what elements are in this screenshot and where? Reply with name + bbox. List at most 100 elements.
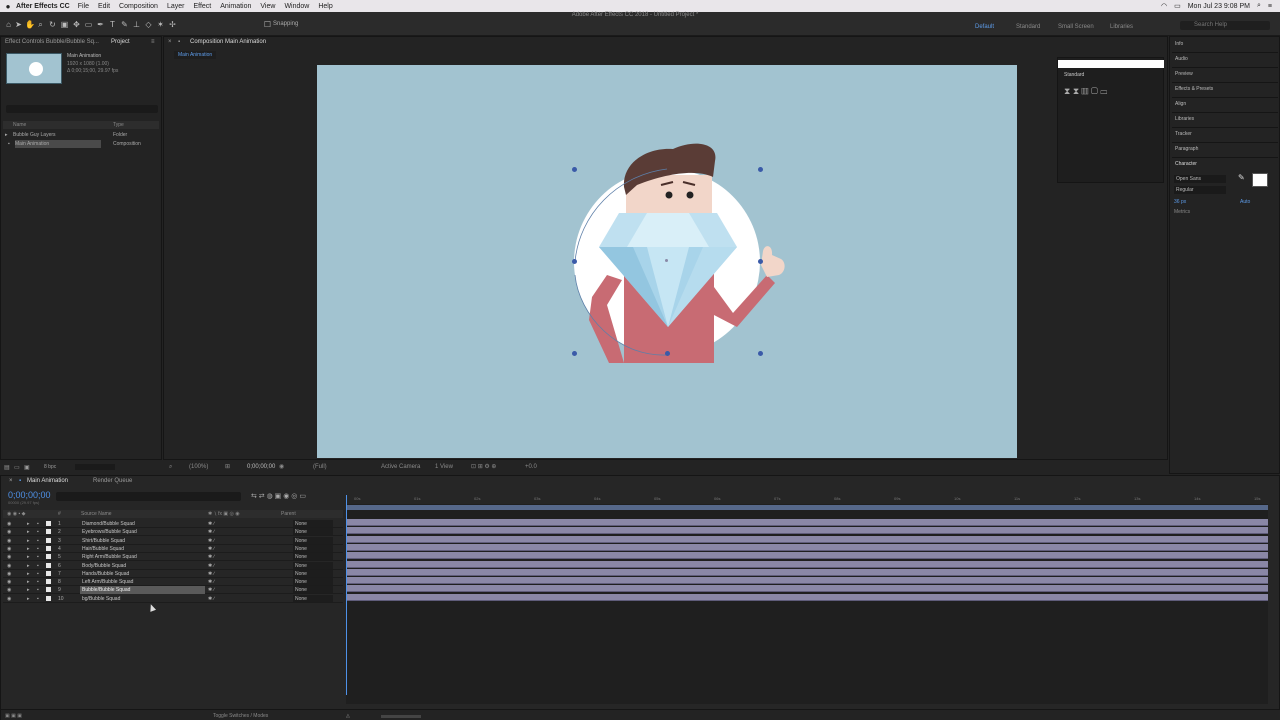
parent-dropdown[interactable]: None bbox=[293, 528, 333, 536]
layer-row[interactable]: ◉ ▸ ▪ 6 Body/Bubble Squad ✱ ∕ None bbox=[3, 561, 343, 570]
layer-switch-icons[interactable]: ✱ ∕ bbox=[208, 578, 214, 586]
parent-dropdown[interactable]: None bbox=[293, 569, 333, 577]
layer-lock-icon[interactable]: ▪ bbox=[37, 528, 39, 536]
label-color-swatch[interactable] bbox=[46, 529, 51, 535]
menu-composition[interactable]: Composition bbox=[119, 3, 158, 10]
menu-animation[interactable]: Animation bbox=[220, 3, 251, 10]
panel-info[interactable]: Info bbox=[1175, 41, 1183, 47]
new-comp-icon[interactable]: ▣ bbox=[24, 464, 30, 471]
menu-effect[interactable]: Effect bbox=[193, 3, 211, 10]
app-menu[interactable]: After Effects CC bbox=[16, 3, 70, 10]
transform-handle[interactable] bbox=[758, 167, 763, 172]
parent-dropdown[interactable]: None bbox=[293, 553, 333, 561]
panel-libraries[interactable]: Libraries bbox=[1175, 116, 1194, 122]
panel-align[interactable]: Align bbox=[1175, 101, 1186, 107]
expand-icon[interactable]: ▸ bbox=[27, 586, 30, 594]
shape-tool-icon[interactable]: ▭ bbox=[84, 20, 93, 29]
workspace-default[interactable]: Default bbox=[975, 24, 994, 30]
menu-file[interactable]: File bbox=[78, 3, 89, 10]
project-search-input[interactable] bbox=[6, 105, 158, 113]
brush-tool-icon[interactable]: ✎ bbox=[120, 20, 129, 29]
video-eye-icon[interactable]: ◉ bbox=[7, 537, 11, 545]
parent-dropdown[interactable]: None bbox=[293, 561, 333, 569]
layer-name[interactable]: Hands/Bubble Squad bbox=[80, 570, 205, 578]
col-type[interactable]: Type bbox=[113, 121, 124, 129]
video-eye-icon[interactable]: ◉ bbox=[7, 520, 11, 528]
layer-name[interactable]: Bubble/Bubble Squad bbox=[80, 586, 205, 595]
battery-icon[interactable]: ▭ bbox=[1174, 2, 1181, 10]
comp-sub-tab[interactable]: Main Animation bbox=[174, 51, 217, 59]
layer-switch-icons[interactable]: ✱ ∕ bbox=[208, 545, 214, 553]
layer-lock-icon[interactable]: ▪ bbox=[37, 545, 39, 553]
parent-dropdown[interactable]: None bbox=[293, 520, 333, 527]
layer-switch-icons[interactable]: ✱ ∕ bbox=[208, 562, 214, 570]
layer-switch-icons[interactable]: ✱ ∕ bbox=[208, 528, 214, 536]
layer-duration-bar[interactable] bbox=[346, 552, 1268, 560]
layer-switch-icons[interactable]: ✱ ∕ bbox=[208, 595, 214, 603]
playhead[interactable] bbox=[346, 495, 347, 695]
expand-icon[interactable]: ▸ bbox=[27, 520, 30, 528]
layer-lock-icon[interactable]: ▪ bbox=[37, 520, 39, 528]
transform-handle[interactable] bbox=[572, 167, 577, 172]
layer-name[interactable]: Eyebrows/Bubble Squad bbox=[80, 528, 205, 536]
panel-character[interactable]: Character bbox=[1175, 161, 1197, 167]
tab-standard[interactable]: Standard bbox=[1064, 72, 1084, 78]
parent-dropdown[interactable]: None bbox=[293, 536, 333, 544]
label-color-swatch[interactable] bbox=[46, 587, 51, 593]
expand-icon[interactable]: ▸ bbox=[27, 537, 30, 545]
snapshot-icon[interactable]: ◉ bbox=[279, 461, 284, 473]
layer-name[interactable]: Right Arm/Bubble Squad bbox=[80, 553, 205, 561]
expand-icon[interactable]: ▸ bbox=[27, 595, 30, 603]
tab-composition[interactable]: Composition Main Animation bbox=[190, 39, 266, 45]
layer-lock-icon[interactable]: ▪ bbox=[37, 562, 39, 570]
font-family-dropdown[interactable]: Open Sans bbox=[1174, 175, 1226, 183]
transform-handle[interactable] bbox=[758, 259, 763, 264]
roto-brush-icon[interactable]: ✶ bbox=[156, 20, 165, 29]
apple-icon[interactable]: ● bbox=[0, 2, 16, 11]
comp-timecode[interactable]: 0;00;00;00 bbox=[247, 461, 275, 473]
layer-name[interactable]: Hair/Bubble Squad bbox=[80, 545, 205, 553]
panel-audio[interactable]: Audio bbox=[1175, 56, 1188, 62]
layer-switch-icons[interactable]: ✱ ∕ bbox=[208, 520, 214, 528]
layer-lock-icon[interactable]: ▪ bbox=[37, 537, 39, 545]
layer-name[interactable]: Diamond/Bubble Squad bbox=[80, 520, 205, 528]
rotate-tool-icon[interactable]: ↻ bbox=[48, 20, 57, 29]
search-help-input[interactable]: Search Help bbox=[1180, 21, 1270, 30]
video-eye-icon[interactable]: ◉ bbox=[7, 595, 11, 603]
layer-row[interactable]: ◉ ▸ ▪ 7 Hands/Bubble Squad ✱ ∕ None bbox=[3, 569, 343, 578]
menu-edit[interactable]: Edit bbox=[98, 3, 110, 10]
layer-row[interactable]: ◉ ▸ ▪ 1 Diamond/Bubble Squad ✱ ∕ None bbox=[3, 520, 343, 528]
camera-tool-icon[interactable]: ▣ bbox=[60, 20, 69, 29]
eraser-tool-icon[interactable]: ◇ bbox=[144, 20, 153, 29]
menu-help[interactable]: Help bbox=[318, 3, 332, 10]
resolution-dropdown[interactable]: (Full) bbox=[313, 461, 327, 473]
transform-handle[interactable] bbox=[572, 259, 577, 264]
tracking-field[interactable]: Metrics bbox=[1174, 209, 1190, 215]
layer-lock-icon[interactable]: ▪ bbox=[37, 553, 39, 561]
zoom-tool-icon[interactable]: ⌕ bbox=[36, 20, 45, 29]
parent-dropdown[interactable]: None bbox=[293, 578, 333, 586]
label-color-swatch[interactable] bbox=[46, 579, 51, 585]
tab-effect-controls[interactable]: Effect Controls Bubble/Bubble Sq... bbox=[5, 39, 99, 45]
time-ruler[interactable]: 00s 01s 02s 03s 04s 05s 06s 07s 08s 09s 10s 11s 12s 1… bbox=[346, 495, 1268, 504]
align-icons[interactable]: ⧗ ⧗ ▥ ▢ ▭ bbox=[1064, 86, 1107, 97]
transform-handle[interactable] bbox=[665, 351, 670, 356]
video-eye-icon[interactable]: ◉ bbox=[7, 586, 11, 594]
transform-handle[interactable] bbox=[572, 351, 577, 356]
layer-switch-icons[interactable]: ✱ ∕ bbox=[208, 553, 214, 561]
zoom-out-icon[interactable]: ◬ bbox=[346, 710, 350, 720]
layer-duration-bar[interactable] bbox=[346, 527, 1268, 535]
tab-main-animation[interactable]: Main Animation bbox=[27, 478, 68, 484]
views-dropdown[interactable]: 1 View bbox=[435, 461, 453, 473]
menu-view[interactable]: View bbox=[260, 3, 275, 10]
zoom-dropdown[interactable]: (100%) bbox=[189, 461, 208, 473]
snapping-label[interactable]: Snapping bbox=[273, 21, 298, 27]
pen-tool-icon[interactable]: ✒ bbox=[96, 20, 105, 29]
layer-name[interactable]: Left Arm/Bubble Squad bbox=[80, 578, 205, 586]
label-color-swatch[interactable] bbox=[46, 595, 51, 601]
layer-name[interactable]: bg/Bubble Squad bbox=[80, 595, 205, 603]
layer-duration-bar[interactable] bbox=[346, 519, 1268, 526]
layer-name[interactable]: Body/Bubble Squad bbox=[80, 562, 205, 570]
layer-row[interactable]: ◉ ▸ ▪ 4 Hair/Bubble Squad ✱ ∕ None bbox=[3, 544, 343, 553]
label-color-swatch[interactable] bbox=[46, 545, 51, 551]
